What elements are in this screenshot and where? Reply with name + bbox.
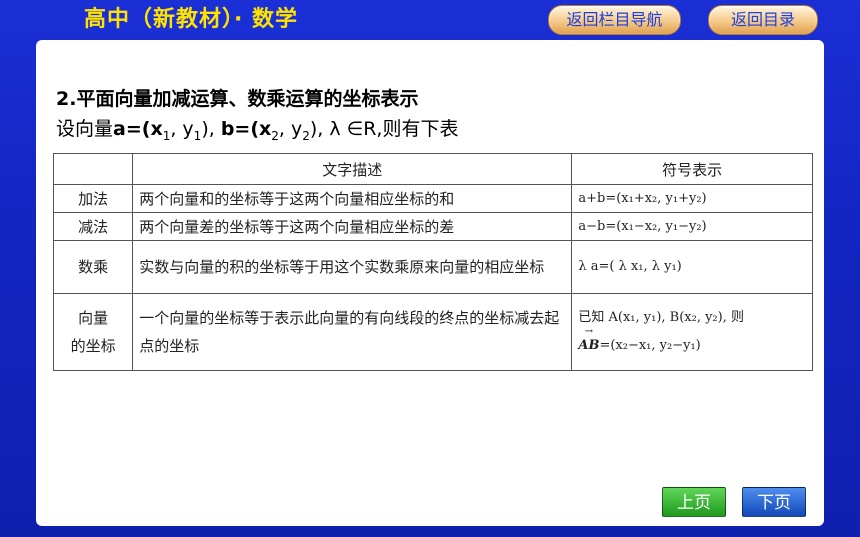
row-formula: a+b=(x₁+x₂, y₁+y₂) bbox=[571, 184, 813, 213]
next-page-button[interactable]: 下页 bbox=[742, 487, 806, 517]
table-header-cell: 符号表示 bbox=[571, 153, 813, 185]
intro-a: a=(x bbox=[113, 118, 163, 140]
row-formula: 已知 A(x₁, y₁), B(x₂, y₂), 则 AB=(x₂−x₁, y₂… bbox=[571, 293, 813, 371]
vector-ab: AB bbox=[578, 318, 599, 360]
row-desc: 两个向量和的坐标等于这两个向量相应坐标的和 bbox=[132, 184, 573, 213]
table-row: 向量 的坐标 一个向量的坐标等于表示此向量的有向线段的终点的坐标减去起点的坐标 … bbox=[52, 293, 813, 371]
back-to-section-nav-button[interactable]: 返回栏目导航 bbox=[548, 5, 681, 35]
coordinate-operations-table: 文字描述 符号表示 加法 两个向量和的坐标等于这两个向量相应坐标的和 a+b=(… bbox=[52, 153, 813, 371]
formula-line: 已知 A(x₁, y₁), B(x₂, y₂), 则 bbox=[578, 310, 744, 325]
table-header-cell: 文字描述 bbox=[132, 153, 573, 185]
row-formula: λ a=( λ x₁, λ y₁) bbox=[571, 240, 813, 294]
table-header-cell bbox=[52, 153, 134, 185]
row-name: 减法 bbox=[52, 212, 134, 241]
formula-tail: =(x₂−x₁, y₂−y₁) bbox=[599, 338, 701, 353]
intro-line: 设向量a=(x1, y1), b=(x2, y2), λ ∈R,则有下表 bbox=[56, 114, 458, 143]
course-title: 高中（新教材）· 数学 bbox=[84, 7, 299, 32]
row-name: 加法 bbox=[52, 184, 134, 213]
intro-a-mid: , y bbox=[170, 118, 194, 140]
back-to-toc-button[interactable]: 返回目录 bbox=[708, 5, 818, 35]
table-row: 数乘 实数与向量的积的坐标等于用这个实数乘原来向量的相应坐标 λ a=( λ x… bbox=[52, 240, 813, 294]
intro-b-sub1: 2 bbox=[271, 128, 279, 143]
content-panel: 2.平面向量加减运算、数乘运算的坐标表示 设向量a=(x1, y1), b=(x… bbox=[36, 40, 824, 526]
table-header-row: 文字描述 符号表示 bbox=[52, 153, 813, 185]
table-row: 减法 两个向量差的坐标等于这两个向量相应坐标的差 a−b=(x₁−x₂, y₁−… bbox=[52, 212, 813, 241]
section-heading: 2.平面向量加减运算、数乘运算的坐标表示 bbox=[56, 88, 419, 110]
intro-b-end: ), λ ∈R,则有下表 bbox=[309, 118, 459, 140]
row-formula: a−b=(x₁−x₂, y₁−y₂) bbox=[571, 212, 813, 241]
row-name-line: 的坐标 bbox=[70, 337, 116, 355]
formula-line: AB=(x₂−x₁, y₂−y₁) bbox=[578, 318, 806, 360]
prev-page-button[interactable]: 上页 bbox=[662, 487, 726, 517]
row-name: 数乘 bbox=[52, 240, 134, 294]
intro-prefix: 设向量 bbox=[56, 118, 114, 140]
intro-a-end: ), bbox=[201, 118, 221, 140]
table-row: 加法 两个向量和的坐标等于这两个向量相应坐标的和 a+b=(x₁+x₂, y₁+… bbox=[52, 184, 813, 213]
intro-b-sub2: 2 bbox=[302, 128, 310, 143]
intro-b: b=(x bbox=[220, 118, 272, 140]
row-desc: 两个向量差的坐标等于这两个向量相应坐标的差 bbox=[132, 212, 573, 241]
row-desc: 一个向量的坐标等于表示此向量的有向线段的终点的坐标减去起点的坐标 bbox=[132, 293, 573, 371]
row-name: 向量 的坐标 bbox=[52, 293, 134, 371]
row-desc: 实数与向量的积的坐标等于用这个实数乘原来向量的相应坐标 bbox=[132, 240, 573, 294]
intro-b-mid: , y bbox=[278, 118, 303, 140]
row-name-line: 向量 bbox=[78, 309, 109, 327]
